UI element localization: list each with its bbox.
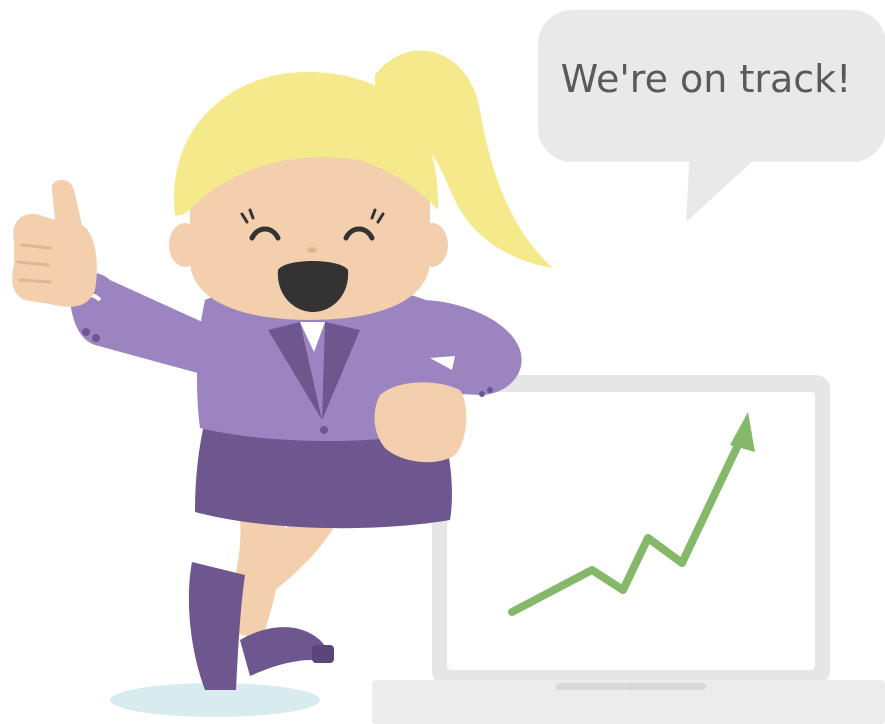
illustration-scene: We're on track! — [12, 10, 885, 724]
speech-bubble-text: We're on track! — [561, 57, 852, 101]
speech-bubble-icon — [538, 10, 885, 222]
thumbs-up-icon — [12, 179, 97, 307]
